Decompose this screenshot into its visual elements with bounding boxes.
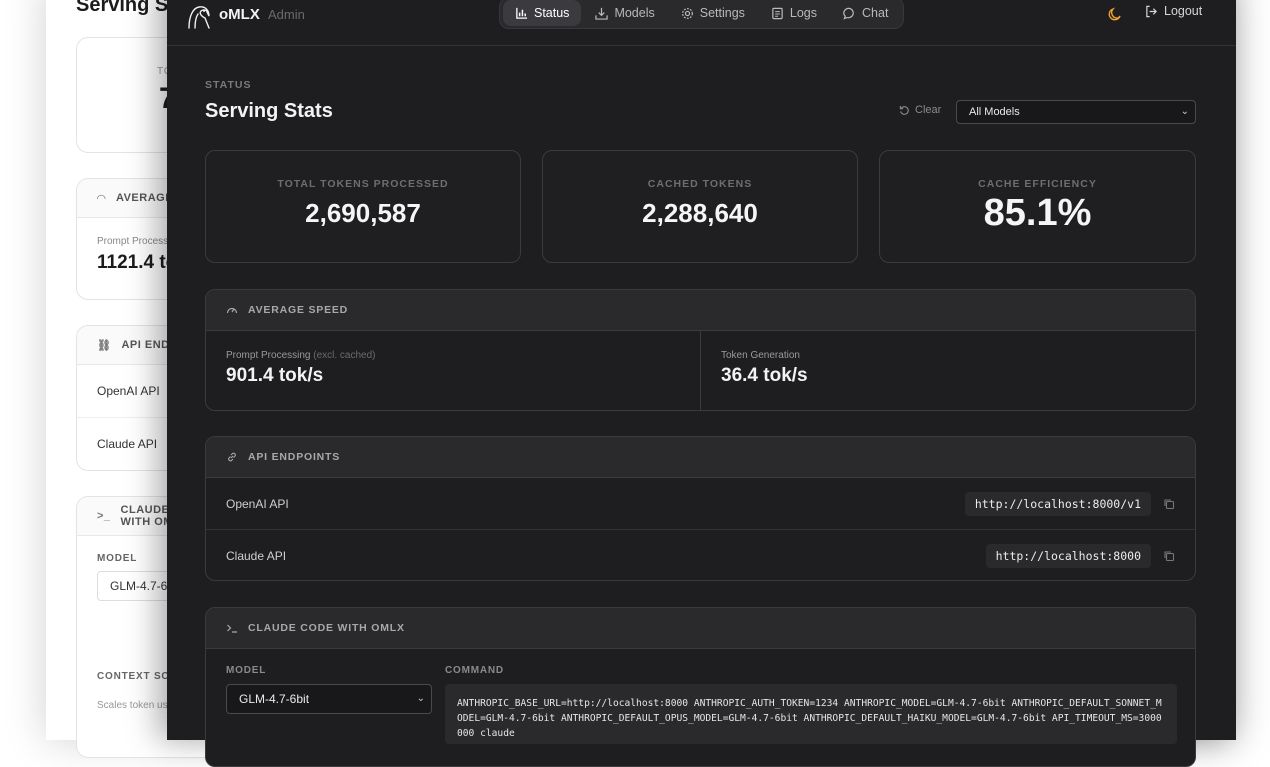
api-url[interactable]: http://localhost:8000 bbox=[985, 543, 1151, 568]
token-generation-stat: Token Generation 36.4 tok/s bbox=[700, 331, 1195, 410]
link-icon bbox=[228, 452, 236, 462]
section-label: STATUS bbox=[205, 79, 252, 91]
terminal-icon bbox=[227, 624, 237, 633]
panel-header: CLAUDE CODE WITH OMLX bbox=[206, 608, 1195, 649]
gear-icon bbox=[681, 7, 693, 19]
moon-icon[interactable] bbox=[1107, 6, 1123, 22]
stat-label: CACHED TOKENS bbox=[647, 178, 753, 190]
copy-icon[interactable] bbox=[1163, 550, 1175, 562]
main-window: oMLX Admin Status Models Settings Logs C… bbox=[167, 0, 1236, 767]
stat-label: CACHE EFFICIENCY bbox=[978, 178, 1097, 190]
gauge-icon: ◠ bbox=[97, 192, 106, 205]
speed-value: 901.4 tok/s bbox=[226, 365, 324, 386]
api-row-openai: OpenAI API http://localhost:8000/v1 bbox=[206, 478, 1195, 529]
chevron-down-icon: ⌄ bbox=[416, 693, 425, 704]
stat-value: 85.1% bbox=[983, 192, 1092, 234]
gauge-icon bbox=[226, 307, 238, 314]
model-label: MODEL bbox=[226, 665, 267, 676]
panel-header: AVERAGE SPEED bbox=[206, 290, 1195, 331]
penguin-logo-icon bbox=[188, 6, 210, 29]
tab-models[interactable]: Models bbox=[583, 0, 666, 26]
top-nav-bar: oMLX Admin Status Models Settings Logs C… bbox=[167, 0, 1236, 46]
copy-icon[interactable] bbox=[1163, 498, 1175, 510]
reset-icon bbox=[899, 105, 909, 115]
command-text[interactable]: ANTHROPIC_BASE_URL=http://localhost:8000… bbox=[445, 684, 1177, 744]
tab-chat[interactable]: Chat bbox=[831, 0, 900, 26]
clear-button[interactable]: Clear bbox=[899, 104, 941, 116]
claude-code-panel: CLAUDE CODE WITH OMLX MODEL GLM-4.7-6bit… bbox=[205, 607, 1196, 767]
brand-subtitle: Admin bbox=[268, 7, 305, 22]
logs-icon bbox=[772, 7, 783, 19]
stat-value: 2,288,640 bbox=[642, 198, 758, 228]
api-row-claude: Claude API http://localhost:8000 bbox=[206, 529, 1195, 580]
download-icon bbox=[595, 7, 609, 20]
command-label: COMMAND bbox=[445, 665, 504, 676]
panel-header: API ENDPOINTS bbox=[206, 437, 1195, 478]
tab-status[interactable]: Status bbox=[503, 0, 582, 26]
brand-name: oMLX bbox=[219, 6, 260, 23]
tab-settings[interactable]: Settings bbox=[669, 0, 757, 26]
stat-label: TOTAL TOKENS PROCESSED bbox=[277, 178, 449, 190]
api-name: OpenAI API bbox=[226, 496, 289, 511]
terminal-icon: >_ bbox=[97, 510, 111, 522]
logout-button[interactable]: Logout bbox=[1145, 4, 1202, 18]
stat-card-cache-efficiency: CACHE EFFICIENCY 85.1% bbox=[879, 150, 1196, 263]
api-url[interactable]: http://localhost:8000/v1 bbox=[964, 491, 1151, 516]
prompt-processing-stat: Prompt Processing (excl. cached) 901.4 t… bbox=[206, 331, 700, 410]
stat-value: 2,690,587 bbox=[305, 198, 421, 228]
stat-card-cached-tokens: CACHED TOKENS 2,288,640 bbox=[542, 150, 858, 263]
back-model-label: MODEL bbox=[97, 553, 138, 564]
chat-icon bbox=[843, 7, 854, 20]
api-endpoints-panel: API ENDPOINTS OpenAI API http://localhos… bbox=[205, 436, 1196, 581]
logout-icon bbox=[1146, 5, 1157, 17]
bar-chart-icon bbox=[516, 7, 528, 19]
speed-value: 36.4 tok/s bbox=[721, 365, 808, 386]
model-filter-select[interactable]: All Models ⌄ bbox=[956, 100, 1196, 124]
link-icon: ⛓ bbox=[97, 339, 112, 352]
api-name: Claude API bbox=[226, 548, 287, 563]
tab-logs[interactable]: Logs bbox=[759, 0, 829, 26]
claude-model-select[interactable]: GLM-4.7-6bit ⌄ bbox=[226, 684, 432, 714]
page-title: Serving Stats bbox=[205, 100, 333, 122]
chevron-down-icon: ⌄ bbox=[1180, 106, 1189, 117]
main-nav: Status Models Settings Logs Chat bbox=[499, 0, 905, 29]
average-speed-panel: AVERAGE SPEED Prompt Processing (excl. c… bbox=[205, 289, 1196, 411]
stat-card-total-tokens: TOTAL TOKENS PROCESSED 2,690,587 bbox=[205, 150, 521, 263]
